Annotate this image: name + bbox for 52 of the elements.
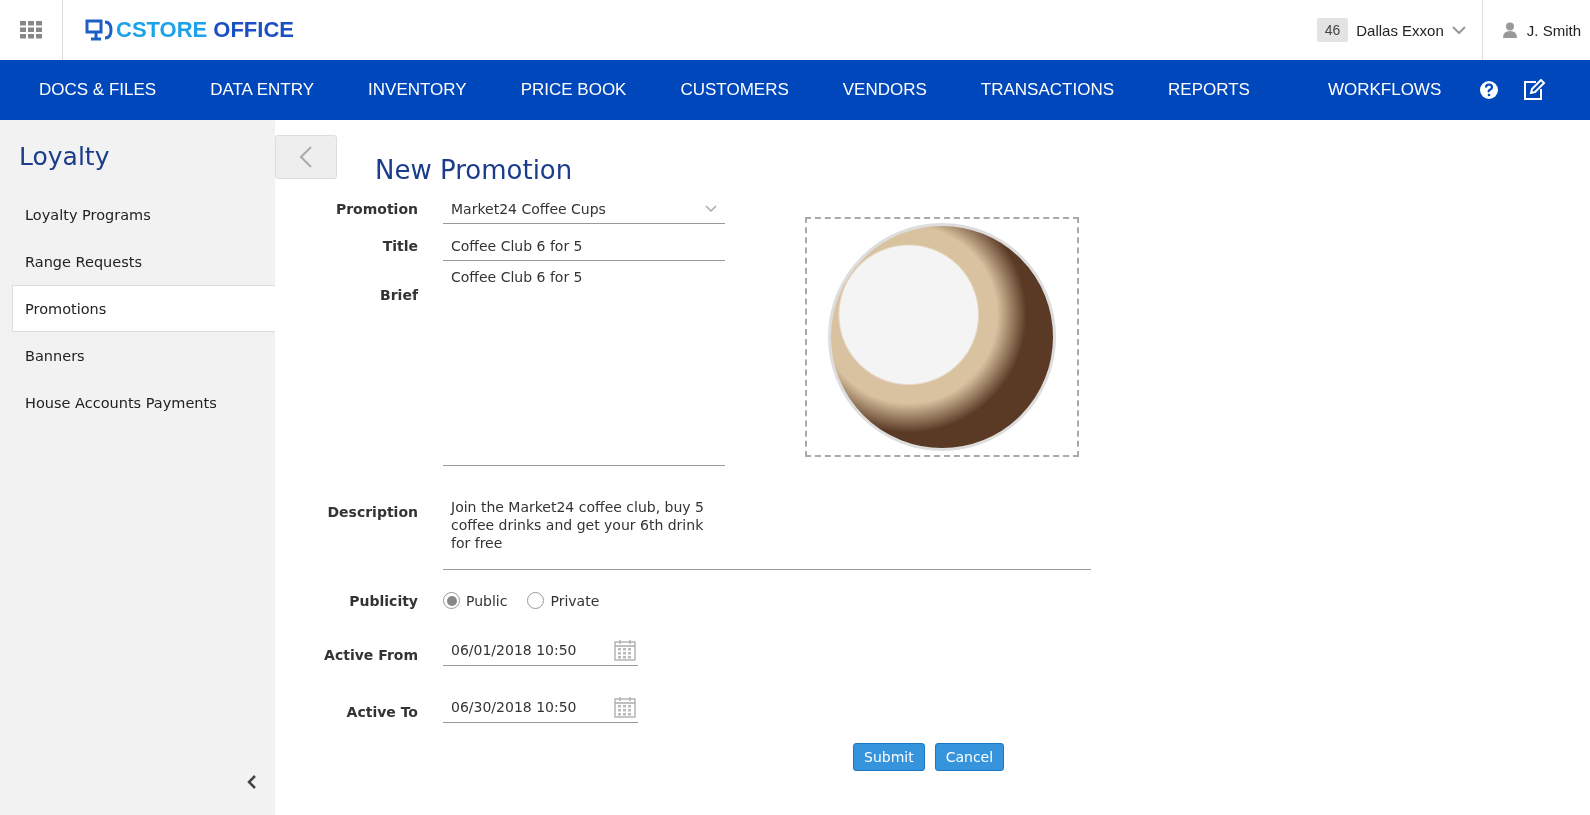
computer-logo-icon xyxy=(85,19,113,41)
nav-link[interactable]: WORKFLOWS xyxy=(1327,80,1442,100)
sidebar-item[interactable]: Loyalty Programs xyxy=(0,191,275,238)
field-label: Promotion xyxy=(334,200,418,217)
calendar-icon[interactable] xyxy=(614,696,636,718)
chevron-down-icon xyxy=(1451,25,1466,35)
sidebar-item[interactable]: Banners xyxy=(0,332,275,379)
sidebar-item[interactable]: House Accounts Payments xyxy=(0,379,275,426)
store-name: Dallas Exxon xyxy=(1356,21,1444,39)
nav-link[interactable]: TRANSACTIONS xyxy=(980,80,1115,100)
field-label: Publicity xyxy=(348,592,418,609)
radio-button[interactable] xyxy=(527,592,545,609)
back-button[interactable] xyxy=(275,135,337,179)
edit-icon[interactable] xyxy=(1522,79,1547,101)
logo-text: OFFICE xyxy=(213,17,294,43)
page-title: New Promotion xyxy=(375,155,573,185)
nav-link[interactable]: PRICE BOOK xyxy=(520,80,627,100)
calendar-icon[interactable] xyxy=(614,639,636,661)
user-icon xyxy=(1502,22,1517,38)
sidebar-title: Loyalty xyxy=(19,142,111,171)
sidebar-item[interactable]: Promotions xyxy=(12,285,275,332)
chevron-left-icon xyxy=(299,145,313,169)
brief-field[interactable]: Coffee Club 6 for 5 xyxy=(443,261,725,466)
date-field[interactable]: 06/01/2018 10:50 xyxy=(443,633,638,666)
chevron-left-icon[interactable] xyxy=(247,774,257,790)
promotion-dropdown[interactable]: Market24 Coffee Cups xyxy=(443,193,725,224)
logo-text: CSTORE xyxy=(116,17,208,43)
user-name: J. Smith xyxy=(1526,21,1581,39)
help-icon[interactable] xyxy=(1479,80,1500,100)
field-label: Title xyxy=(381,237,418,254)
nav-link[interactable]: INVENTORY xyxy=(368,80,467,100)
image-upload-area[interactable] xyxy=(805,217,1079,457)
radio-option[interactable]: Public xyxy=(443,592,508,609)
radio-option[interactable]: Private xyxy=(527,592,600,609)
description-field[interactable]: Join the Market24 coffee club, buy 5 coffee drinks and get your 6th drink for free xyxy=(443,484,1091,570)
nav-link[interactable]: DATA ENTRY xyxy=(210,80,315,100)
field-label: Brief xyxy=(379,286,418,303)
nav-link[interactable]: DOCS & FILES xyxy=(39,80,157,100)
field-label: Active From xyxy=(323,646,418,663)
date-field[interactable]: 06/30/2018 10:50 xyxy=(443,690,638,723)
chevron-down-icon xyxy=(705,205,717,213)
radio-button[interactable] xyxy=(443,592,460,609)
grid-icon xyxy=(20,21,42,39)
sidebar-item[interactable]: Range Requests xyxy=(0,238,275,285)
nav-link[interactable]: REPORTS xyxy=(1168,80,1250,100)
nav-link[interactable]: VENDORS xyxy=(842,80,927,100)
store-number: 46 xyxy=(1316,18,1349,42)
nav-link[interactable]: CUSTOMERS xyxy=(680,80,789,100)
title-field[interactable]: Coffee Club 6 for 5 xyxy=(443,230,725,261)
field-label: Description xyxy=(326,503,418,520)
field-label: Active To xyxy=(345,703,418,720)
user-menu[interactable]: J. Smith xyxy=(1482,21,1590,39)
